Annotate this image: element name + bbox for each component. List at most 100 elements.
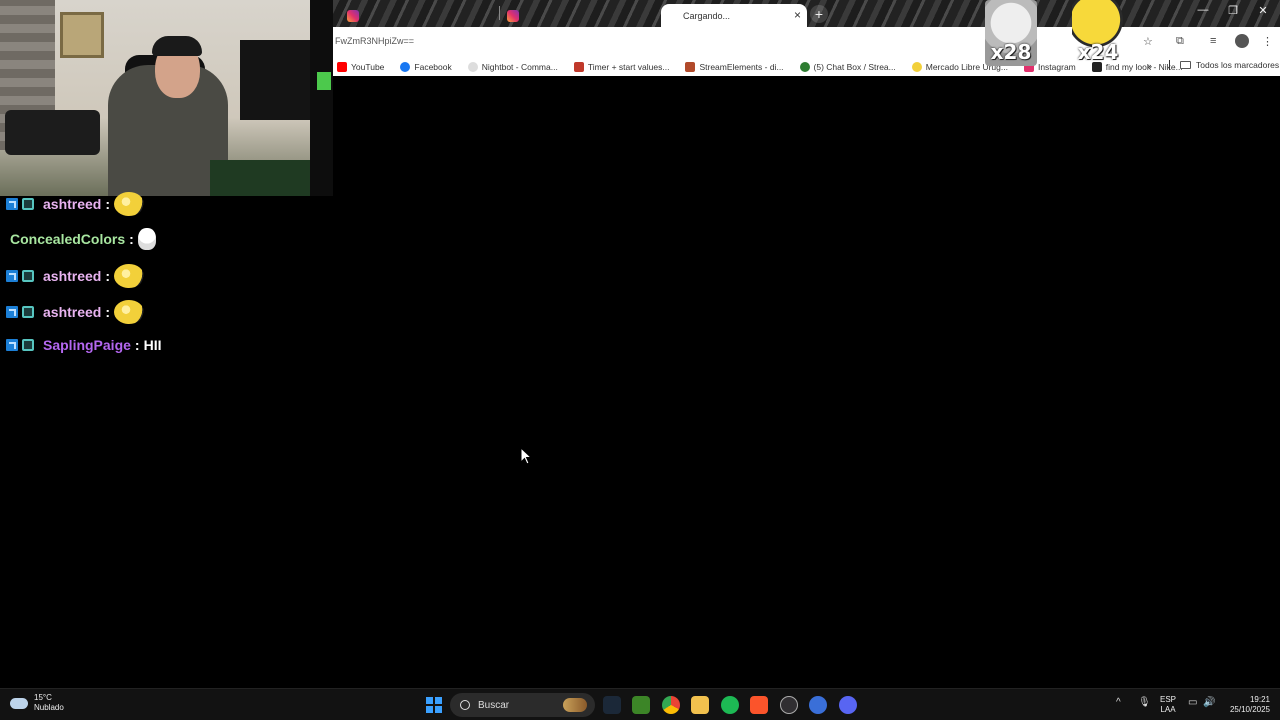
language-indicator[interactable]: ESP LAA	[1160, 695, 1176, 715]
minecraft-icon[interactable]	[632, 696, 650, 714]
star-icon[interactable]: ☆	[1143, 35, 1153, 48]
instagram-icon	[507, 9, 519, 22]
bookmark-facebook[interactable]: Facebook	[400, 61, 452, 72]
search-icon	[460, 700, 470, 710]
subscriber-badge-icon	[22, 198, 34, 210]
tab-active[interactable]: Cargando... ×	[661, 4, 807, 27]
streamer-hair	[152, 36, 202, 56]
clock-time: 19:21	[1249, 695, 1270, 704]
new-tab-button[interactable]: +	[810, 5, 828, 23]
facebook-icon	[400, 61, 411, 72]
subscriber-badge-icon	[22, 270, 34, 282]
prime-badge-icon	[6, 270, 18, 282]
windows-logo-tile	[435, 706, 442, 713]
profile-avatar[interactable]	[1235, 34, 1249, 48]
chat-separator: :	[105, 304, 111, 320]
streamelements-icon	[685, 61, 696, 72]
taskbar-search[interactable]: Buscar	[450, 693, 595, 717]
chevron-up-icon[interactable]: ^	[1116, 697, 1121, 708]
chat-username: ashtreed	[43, 304, 102, 320]
prime-badge-icon	[6, 306, 18, 318]
spotify-icon[interactable]	[721, 696, 739, 714]
windows-logo-tile	[426, 706, 433, 713]
tab-instagram-2[interactable]	[507, 4, 519, 27]
nightbot-icon	[467, 61, 478, 72]
weather-widget[interactable]: 15°C Nublado	[10, 693, 64, 713]
brave-icon[interactable]	[750, 696, 768, 714]
mercadolibre-icon	[911, 61, 922, 72]
screen: Cargando... × + — ❐ ✕ FwZmR3NHpiZw== ☆ ⧉…	[0, 0, 1280, 720]
tab-separator	[499, 6, 500, 20]
url-field[interactable]: FwZmR3NHpiZw==	[335, 36, 414, 46]
chat-separator: :	[105, 196, 111, 212]
search-highlight-icon	[563, 698, 587, 712]
steam-icon[interactable]	[603, 696, 621, 714]
bookmarks-more-button[interactable]: »	[1147, 61, 1152, 71]
close-window-button[interactable]: ✕	[1251, 4, 1275, 17]
menu-icon[interactable]: ⋮	[1262, 35, 1273, 48]
network-icon[interactable]: ▭	[1188, 697, 1197, 708]
couch	[5, 110, 100, 155]
lang-bottom: LAA	[1160, 705, 1176, 714]
wall-picture	[60, 12, 104, 58]
green-light	[317, 72, 331, 90]
volume-icon[interactable]: 🔊	[1203, 697, 1215, 708]
tab-instagram-1[interactable]	[347, 4, 359, 27]
windows-logo-tile	[426, 697, 433, 704]
bookmark-nightbot[interactable]: Nightbot - Comma...	[467, 61, 558, 72]
overlay-sticker-x28: x28	[985, 0, 1037, 66]
media-icon[interactable]: ≡	[1210, 35, 1216, 47]
weather-desc: Nublado	[34, 703, 64, 712]
system-clock[interactable]: 19:21 25/10/2025	[1224, 695, 1270, 715]
bee-emote-icon	[114, 300, 145, 324]
chatbox-icon	[799, 61, 810, 72]
file-explorer-icon[interactable]	[691, 696, 709, 714]
close-tab-icon[interactable]: ×	[794, 8, 801, 22]
chat-username: ashtreed	[43, 268, 102, 284]
instagram-icon	[347, 9, 359, 22]
chrome-icon[interactable]	[662, 696, 680, 714]
chat-separator: :	[105, 268, 111, 284]
clock-date: 25/10/2025	[1229, 705, 1270, 714]
bee-emote-icon	[114, 192, 145, 216]
chat-message: ashtreed :	[0, 192, 145, 216]
minimize-button[interactable]: —	[1191, 4, 1215, 16]
weather-temp: 15°C	[34, 693, 52, 702]
obs-icon[interactable]	[780, 696, 798, 714]
folder-icon	[1180, 61, 1191, 69]
overlay-sticker-x24: x24	[1072, 0, 1124, 66]
cloud-icon	[10, 697, 28, 709]
chat-message: SaplingPaige : HII	[0, 333, 161, 357]
tab-title: Cargando...	[683, 10, 731, 21]
prime-badge-icon	[6, 339, 18, 351]
all-bookmarks-folder[interactable]: Todos los marcadores	[1169, 60, 1279, 70]
address-bar: FwZmR3NHpiZw== ☆ ⧉ ≡ ⋮	[333, 27, 1280, 57]
subscriber-badge-icon	[22, 306, 34, 318]
start-button[interactable]	[426, 697, 442, 713]
webcam-feed	[0, 0, 333, 196]
chat-username: ConcealedColors	[10, 231, 126, 247]
bookmark-youtube[interactable]: YouTube	[337, 61, 384, 72]
webcam-edge	[310, 0, 333, 196]
chat-message: ashtreed :	[0, 264, 145, 288]
app-icon[interactable]	[809, 696, 827, 714]
bookmark-timer[interactable]: Timer + start values...	[573, 61, 669, 72]
extensions-icon[interactable]: ⧉	[1176, 35, 1184, 48]
maximize-button[interactable]: ❐	[1221, 4, 1245, 17]
duck-emote-icon	[137, 228, 156, 250]
discord-icon[interactable]	[839, 696, 857, 714]
chat-text: HII	[143, 337, 162, 353]
bookmarks-bar: YouTube Facebook Nightbot - Comma... Tim…	[333, 57, 1280, 76]
weather-text: 15°C Nublado	[34, 693, 64, 713]
chat-separator: :	[129, 231, 134, 247]
browser-tabstrip: Cargando... × + — ❐ ✕	[333, 0, 1280, 27]
search-placeholder: Buscar	[478, 699, 510, 711]
monitor	[240, 40, 310, 120]
chat-username: SaplingPaige	[43, 337, 131, 353]
microphone-icon[interactable]: 🎙	[1138, 697, 1151, 708]
youtube-icon	[337, 61, 347, 72]
bookmark-streamelements[interactable]: StreamElements - di...	[685, 61, 784, 72]
prime-badge-icon	[6, 198, 18, 210]
bookmark-chatbox[interactable]: (5) Chat Box / Strea...	[799, 61, 896, 72]
subscriber-badge-icon	[22, 339, 34, 351]
